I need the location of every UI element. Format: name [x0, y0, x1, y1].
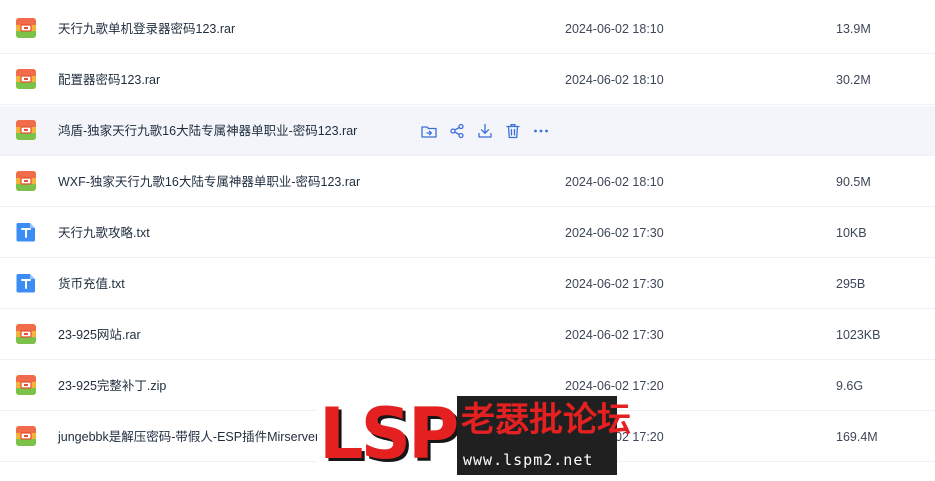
file-size: 295B	[836, 277, 866, 291]
download-icon[interactable]	[476, 122, 494, 140]
share-icon[interactable]	[448, 122, 466, 140]
file-row[interactable]: 天行九歌单机登录器密码123.rar 2024-06-02 18:10 13.9…	[0, 4, 935, 54]
move-to-folder-icon[interactable]	[420, 122, 438, 140]
file-row[interactable]: 天行九歌攻略.txt 2024-06-02 17:30 10KB	[0, 208, 935, 258]
archive-file-icon	[16, 171, 36, 191]
delete-icon[interactable]	[504, 122, 522, 140]
archive-file-icon	[16, 120, 36, 140]
file-size: 169.4M	[836, 430, 878, 444]
watermark-banner: 老瑟批论坛 www.lspm2.net	[457, 396, 631, 475]
file-name[interactable]: 天行九歌单机登录器密码123.rar	[58, 4, 235, 54]
file-name[interactable]: 鸿盾-独家天行九歌16大陆专属神器单职业-密码123.rar	[58, 106, 357, 156]
file-date: 2024-06-02 18:10	[565, 73, 664, 87]
file-date: 2024-06-02 17:30	[565, 277, 664, 291]
file-row-hovered[interactable]: 鸿盾-独家天行九歌16大陆专属神器单职业-密码123.rar	[0, 106, 935, 156]
watermark: LSP 老瑟批论坛 www.lspm2.net	[317, 393, 631, 475]
file-name[interactable]: WXF-独家天行九歌16大陆专属神器单职业-密码123.rar	[58, 157, 360, 207]
file-name[interactable]: 天行九歌攻略.txt	[58, 208, 150, 258]
file-size: 90.5M	[836, 175, 871, 189]
archive-file-icon	[16, 69, 36, 89]
more-icon[interactable]	[532, 122, 550, 140]
text-file-icon	[16, 274, 35, 293]
archive-file-icon	[16, 18, 36, 38]
file-row[interactable]: 货币充值.txt 2024-06-02 17:30 295B	[0, 259, 935, 309]
watermark-site-name: 老瑟批论坛	[461, 400, 631, 440]
text-file-icon	[16, 223, 35, 242]
file-size: 1023KB	[836, 328, 881, 342]
watermark-logo: LSP	[317, 393, 459, 475]
file-size: 13.9M	[836, 22, 871, 36]
file-size: 30.2M	[836, 73, 871, 87]
file-size: 9.6G	[836, 379, 864, 393]
file-date: 2024-06-02 17:30	[565, 328, 664, 342]
file-name[interactable]: jungebbk是解压密码-带假人-ESP插件Mirserver	[58, 412, 319, 462]
archive-file-icon	[16, 324, 36, 344]
file-date: 2024-06-02 17:30	[565, 226, 664, 240]
row-actions	[420, 122, 550, 140]
file-date: 2024-06-02 18:10	[565, 175, 664, 189]
file-row[interactable]: WXF-独家天行九歌16大陆专属神器单职业-密码123.rar 2024-06-…	[0, 157, 935, 207]
file-name[interactable]: 23-925网站.rar	[58, 310, 141, 360]
file-name[interactable]: 配置器密码123.rar	[58, 55, 160, 105]
archive-file-icon	[16, 375, 36, 395]
file-row[interactable]: 配置器密码123.rar 2024-06-02 18:10 30.2M	[0, 55, 935, 105]
watermark-logo-text: LSP	[319, 393, 459, 475]
watermark-url: www.lspm2.net	[463, 451, 594, 469]
file-name[interactable]: 23-925完整补丁.zip	[58, 361, 166, 411]
archive-file-icon	[16, 426, 36, 446]
file-date: 2024-06-02 18:10	[565, 22, 664, 36]
file-name[interactable]: 货币充值.txt	[58, 259, 125, 309]
file-size: 10KB	[836, 226, 867, 240]
file-row[interactable]: 23-925网站.rar 2024-06-02 17:30 1023KB	[0, 310, 935, 360]
